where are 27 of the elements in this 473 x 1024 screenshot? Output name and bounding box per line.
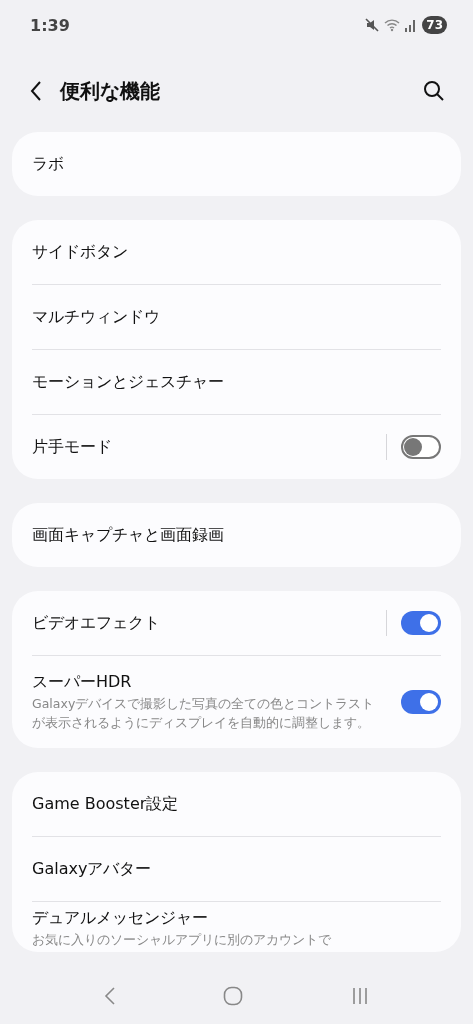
setting-title[interactable]: 片手モード [32,436,386,458]
setting-title[interactable]: ビデオエフェクト [32,612,386,634]
setting-title[interactable]: マルチウィンドウ [32,306,441,328]
status-time: 1:39 [30,15,70,35]
setting-description: お気に入りのソーシャルアプリに別のアカウントで [32,931,332,949]
setting-title[interactable]: モーションとジェスチャー [32,371,441,393]
setting-title[interactable]: Game Booster設定 [32,793,441,815]
signal-icon [405,18,418,32]
setting-title[interactable]: 画面キャプチャと画面録画 [32,524,441,546]
wifi-icon [384,18,401,32]
battery-level: 73 [422,16,447,34]
setting-title[interactable]: スーパーHDR [32,671,401,693]
setting-title[interactable]: サイドボタン [32,241,441,263]
mute-icon [365,18,380,32]
setting-title[interactable]: ラボ [32,153,441,175]
toggle-switch[interactable] [401,611,441,635]
setting-description: Galaxyデバイスで撮影した写真の全ての色とコントラストが表示されるようにディスプレイを自動的に調整します。 [32,694,376,732]
setting-title[interactable]: デュアルメッセンジャー [32,908,441,929]
setting-title[interactable]: Galaxyアバター [32,858,441,880]
page-title: 便利な機能 [60,77,161,105]
back-nav-icon[interactable] [103,986,116,1006]
back-icon[interactable] [30,80,42,102]
toggle-switch[interactable] [401,435,441,459]
recents-icon[interactable] [351,987,370,1005]
search-icon[interactable] [423,80,445,102]
toggle-switch[interactable] [401,690,441,714]
home-icon[interactable] [223,986,244,1006]
